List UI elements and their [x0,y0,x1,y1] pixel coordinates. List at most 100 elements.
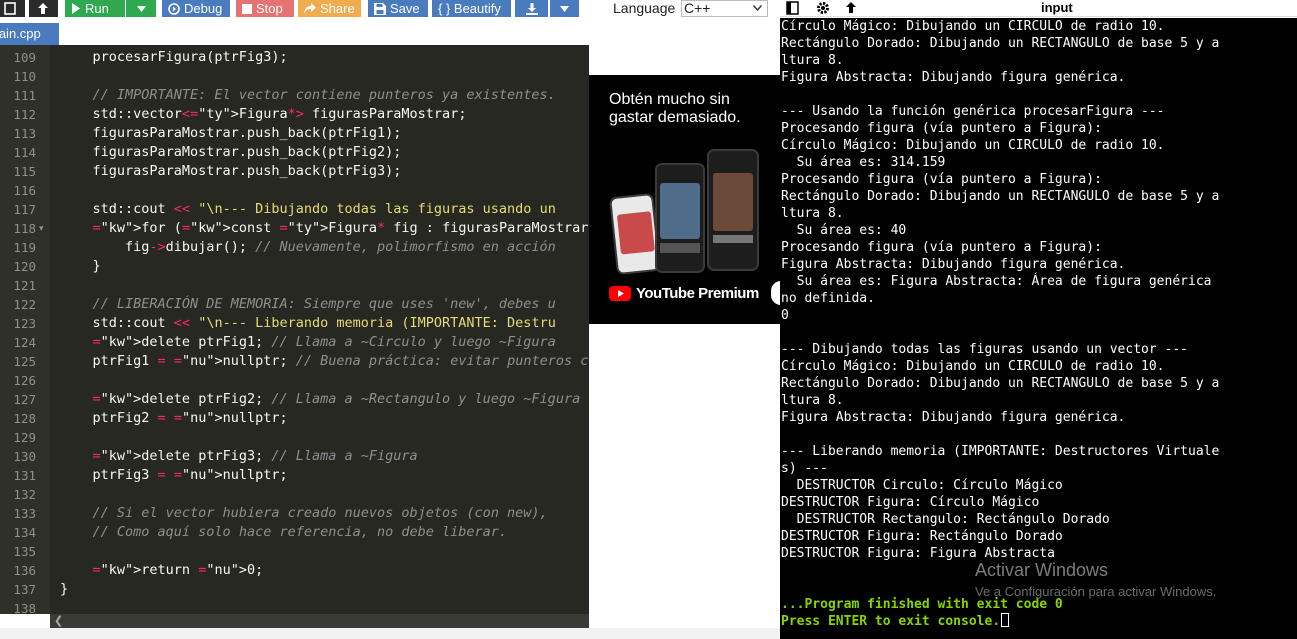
fold-arrow-icon[interactable]: ▾ [39,219,44,238]
windows-watermark-title: Activar Windows [975,560,1109,580]
share-button[interactable]: Share [298,0,361,17]
line-number: 113 [13,126,36,141]
line-number: 118 [13,221,36,236]
gear-icon[interactable] [816,1,830,15]
line-number: 125 [13,354,36,369]
console-line: Su área es: Figura Abstracta: Área de fi… [781,274,1212,289]
code-editor[interactable]: 109 110 111 112 113 114 115 116 117 118 ▾ 119 120 121… [0,45,589,614]
windows-watermark-subtitle: Ve a Configuración para activar Windows. [975,584,1217,599]
file-tab-label: main.cpp [0,26,41,41]
save-button[interactable]: Save [368,0,428,17]
file-tab-main-cpp[interactable]: main.cpp [0,23,59,45]
advertisement[interactable]: Obtén mucho sin gastar demasiado. YouTub… [589,75,780,324]
ad-close-button[interactable] [771,281,780,305]
code-line: figurasParaMostrar.push_back(ptrFig2); [60,144,402,160]
line-number: 124 [13,335,36,350]
line-number-gutter: 109 110 111 112 113 114 115 116 117 118 ▾ 119 120 121… [0,45,50,614]
line-number: 115 [13,164,36,179]
run-label: Run [85,1,109,16]
line-number: 133 [13,506,36,521]
bottom-strip [0,628,780,639]
share-label: Share [320,1,355,16]
download-button[interactable] [515,0,548,17]
code-line: ptrFig1 = ="nu">nullptr; // Buena prácti… [60,353,590,369]
debug-bug-icon[interactable] [29,0,58,17]
console-line: Rectángulo Dorado: Dibujando un RECTANGU… [781,189,1220,204]
download-options-dropdown[interactable] [550,0,579,17]
console-line: ltura 8. [781,206,844,221]
code-line: procesarFigura(ptrFig3); [60,49,288,65]
code-line: ptrFig2 = ="nu">nullptr; [60,410,288,426]
line-number: 117 [13,202,36,217]
console-line: --- Dibujando todas las figuras usando u… [781,342,1188,357]
ad-phone-image [655,163,705,273]
run-options-dropdown[interactable] [126,0,156,17]
line-number: 138 [13,601,36,614]
code-line: ="kw">delete ptrFig3; // Llama a ~Figura [92,448,418,464]
console-line: DESTRUCTOR Figura: Rectángulo Dorado [781,529,1063,544]
console-line: Rectángulo Dorado: Dibujando un RECTANGU… [781,376,1220,391]
console-line: Procesando figura (vía puntero a Figura)… [781,240,1102,255]
code-line: // Si el vector hubiera creado nuevos ob… [92,505,548,521]
debug-label: Debug [184,1,223,16]
line-number: 114 [13,145,36,160]
console-line: DESTRUCTOR Circulo: Círculo Mágico [781,478,1063,493]
code-line: } [60,258,101,274]
code-line: std::cout << "\n--- Dibujando todas las … [60,201,556,217]
console-title: input [1041,0,1073,15]
ad-headline: Obtén mucho sin gastar demasiado. [609,91,741,126]
line-number: 127 [13,392,36,407]
code-line: ptrFig3 = ="nu">nullptr; [60,467,288,483]
line-number: 120 [13,259,36,274]
console-line: Figura Abstracta: Dibujando figura genér… [781,257,1126,272]
console-line: Procesando figura (vía puntero a Figura)… [781,172,1102,187]
code-line: } [60,581,69,597]
console-line: Círculo Mágico: Dibujando un CIRCULO de … [781,19,1165,34]
line-number: 123 [13,316,36,331]
console-line: ltura 8. [781,393,844,408]
code-line: std::vector<="ty">Figura*> figurasParaMo… [60,106,467,122]
console-header: input [780,0,1297,17]
code-line: ="kw">return ="nu">0; [92,562,264,578]
code-line: // Como aquí solo hace referencia, no de… [92,524,508,540]
console-line: Su área es: 40 [781,223,907,238]
save-label: Save [390,1,420,16]
scroll-left-icon[interactable]: ❮ [54,614,63,628]
console-line: Círculo Mágico: Dibujando un CIRCULO de … [781,138,1165,153]
code-line: fig->dibujar(); // Nuevamente, polimorfi… [60,239,556,255]
console-line: s) --- [781,461,828,476]
line-number: 131 [13,468,36,483]
console-line: Círculo Mágico: Dibujando un CIRCULO de … [781,359,1165,374]
line-number: 132 [13,487,36,502]
debug-console-icon[interactable] [844,1,858,15]
toolbar: Run Debug Stop Share Save { } Beautify L… [0,0,780,18]
beautify-label: { } Beautify [438,1,501,16]
debug-button[interactable]: Debug [162,0,230,17]
beautify-button[interactable]: { } Beautify [432,0,511,17]
output-console[interactable]: Círculo Mágico: Dibujando un CIRCULO de … [780,18,1297,639]
console-line: Rectángulo Dorado: Dibujando un RECTANGU… [781,36,1220,51]
console-line: Press ENTER to exit console. [781,613,1010,630]
console-line: Su área es: 314.159 [781,155,946,170]
play-icon [72,3,80,14]
code-line: figurasParaMostrar.push_back(ptrFig3); [60,163,402,179]
caret-down-icon [136,5,146,12]
language-select[interactable]: C++ [681,0,768,17]
console-line: --- Usando la función genérica procesarF… [781,104,1165,119]
console-line: 0 [781,308,789,323]
code-line: // LIBERACIÓN DE MEMORIA: Siempre que us… [92,296,556,312]
line-number: 126 [13,373,36,388]
ad-phone-image [609,192,661,276]
layout-icon[interactable] [786,1,799,15]
line-number: 112 [13,107,36,122]
ad-brand: YouTube Premium [636,285,759,302]
caret-down-icon [560,5,569,12]
stop-button[interactable]: Stop [236,0,294,17]
stop-icon [242,3,252,14]
line-number: 121 [13,278,36,293]
run-button[interactable]: Run [65,0,125,17]
horizontal-scrollbar[interactable] [50,614,589,628]
file-menu-icon[interactable] [0,0,25,17]
console-line: no definida. [781,291,875,306]
console-line: ltura 8. [781,53,844,68]
